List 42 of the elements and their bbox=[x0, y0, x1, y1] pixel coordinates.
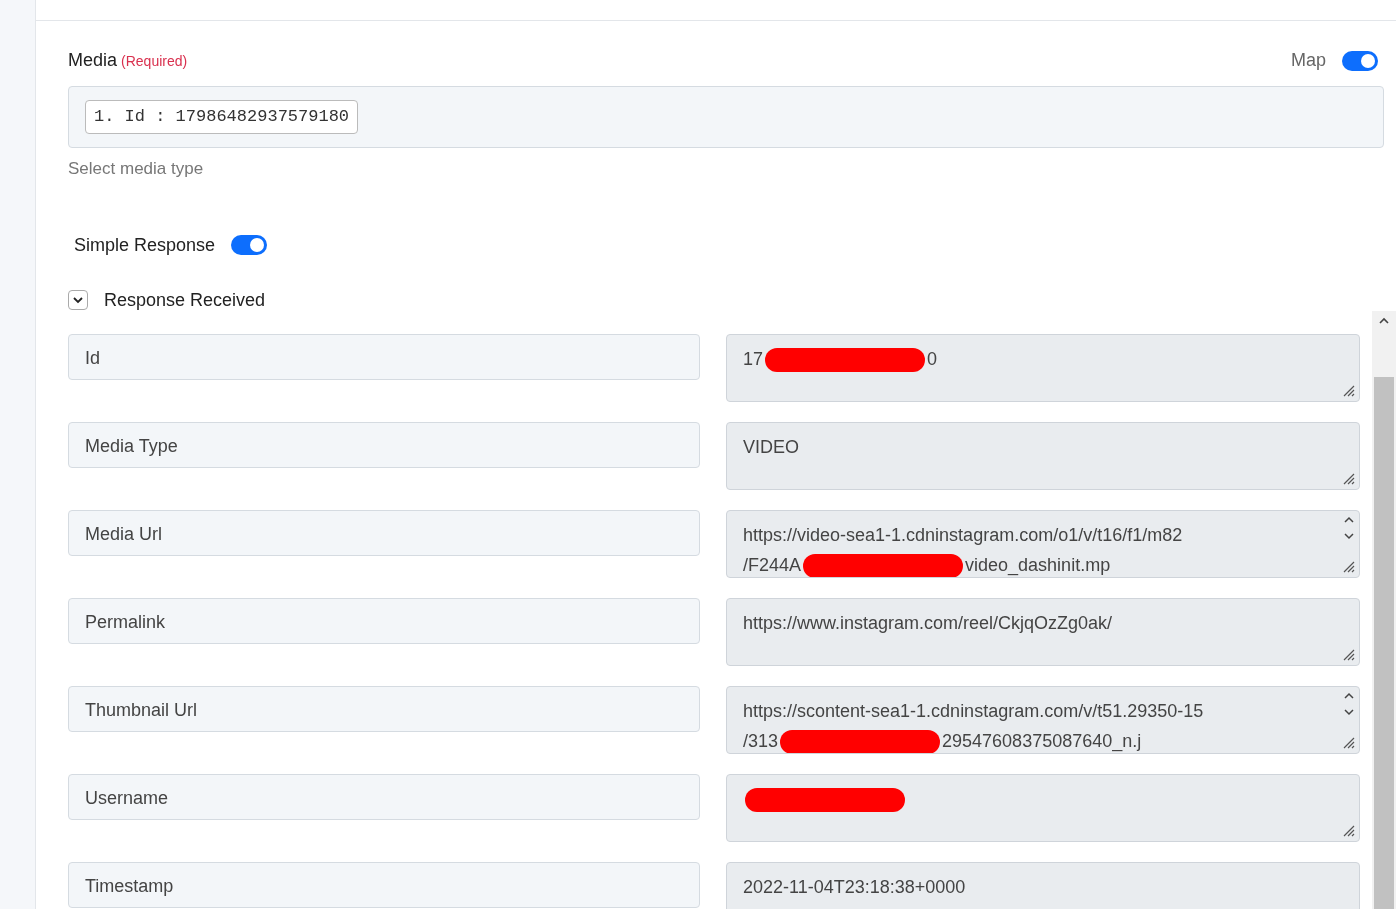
field-value-text: 2022-11-04T23:18:38+0000 bbox=[743, 876, 966, 899]
field-value-box[interactable]: 17 0 bbox=[726, 333, 1360, 402]
field-value-text: 0 bbox=[927, 348, 938, 371]
field-value-box[interactable]: VIDEO bbox=[726, 421, 1360, 490]
section-title: Response Received bbox=[104, 288, 266, 312]
collapse-toggle[interactable] bbox=[68, 290, 88, 310]
field-value-text: /F244A bbox=[743, 554, 802, 577]
field-value-text: VIDEO bbox=[743, 436, 799, 459]
field-value-text: https://scontent-sea1-1.cdninstagram.com/v/t51.29350-15 bbox=[743, 700, 1204, 723]
field-value-text: https://www.instagram.com/reel/CkjqOzZg0ak/ bbox=[743, 612, 1113, 635]
field-value-box[interactable]: https://scontent-sea1-1.cdninstagram.com/v/t51.29350-15 /313 29547608375087640_n.j bbox=[726, 685, 1360, 754]
scroll-up-icon[interactable] bbox=[1343, 514, 1355, 525]
mapped-value-field[interactable]: 1. Id : 17986482937579180 bbox=[68, 86, 1384, 148]
field-name-box: Thumbnail Url bbox=[68, 685, 700, 732]
field-value-text: 29547608375087640_n.j bbox=[942, 730, 1142, 753]
field-value-box[interactable]: https://video-sea1-1.cdninstagram.com/o1/v/t16/f1/m82 /F244A video_dashinit.mp bbox=[726, 509, 1360, 578]
scrollbar-thumb[interactable] bbox=[1374, 377, 1394, 909]
scroll-down-icon[interactable] bbox=[1343, 530, 1355, 541]
field-value-text: https://video-sea1-1.cdninstagram.com/o1/v/t16/f1/m82 bbox=[743, 524, 1183, 547]
hint-text: Select media type bbox=[68, 158, 205, 180]
field-name-box: Id bbox=[68, 333, 700, 380]
toggle-switch[interactable] bbox=[1342, 50, 1378, 71]
scroll-up-icon[interactable] bbox=[1343, 690, 1355, 701]
field-name-box: Media Type bbox=[68, 421, 700, 468]
field-label: Media bbox=[68, 49, 118, 72]
required-note: (Required) bbox=[121, 52, 188, 71]
field-value-text: /313 bbox=[743, 730, 779, 753]
scroll-down-icon[interactable] bbox=[1343, 706, 1355, 717]
value-chip[interactable]: 1. Id : 17986482937579180 bbox=[85, 100, 359, 134]
chevron-icon bbox=[72, 294, 84, 306]
toggle-switch[interactable] bbox=[231, 235, 268, 255]
field-name-box: Username bbox=[68, 773, 700, 820]
field-name-box: Media Url bbox=[68, 509, 700, 556]
field-value-box[interactable]: https://www.instagram.com/reel/CkjqOzZg0ak/ bbox=[726, 597, 1360, 666]
field-value-text: 17 bbox=[743, 348, 764, 371]
map-label: Map bbox=[1291, 49, 1326, 72]
field-value-box[interactable] bbox=[726, 773, 1360, 842]
field-name-box: Timestamp bbox=[68, 861, 700, 908]
field-name-box: Permalink bbox=[68, 597, 700, 644]
field-value-text: video_dashinit.mp bbox=[965, 554, 1111, 577]
toggle-label: Simple Response bbox=[74, 233, 216, 257]
field-value-box[interactable]: 2022-11-04T23:18:38+0000 bbox=[726, 861, 1360, 909]
